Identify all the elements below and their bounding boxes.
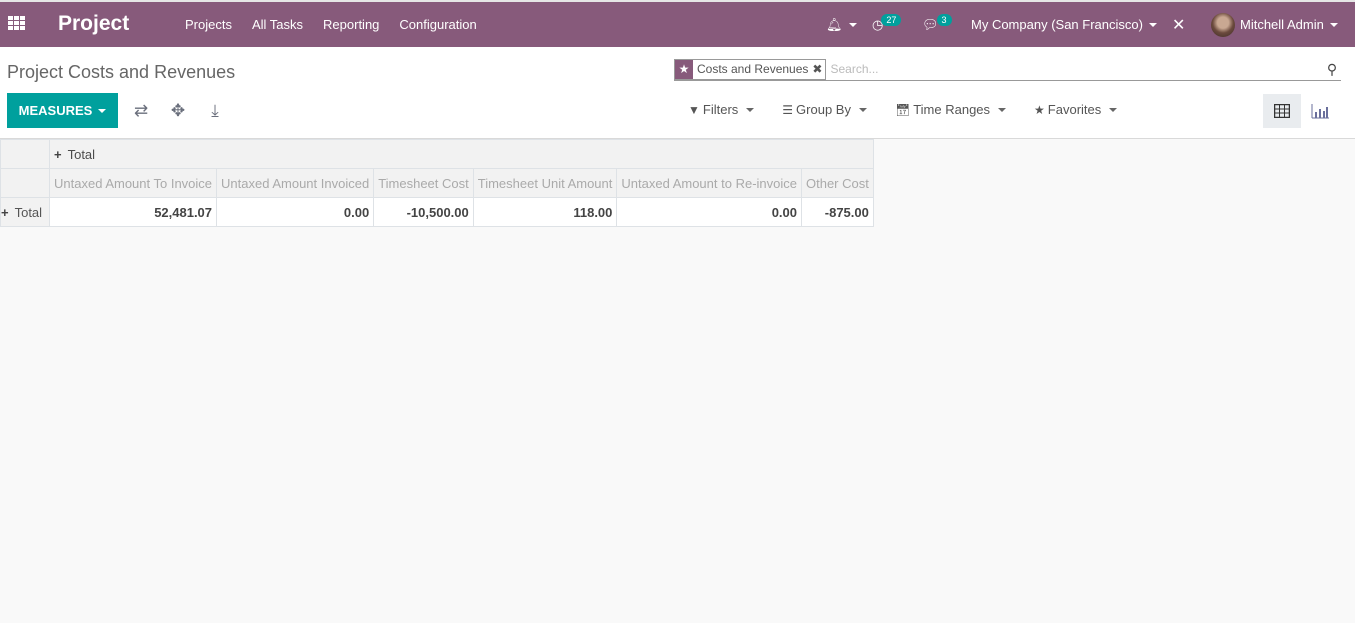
star-icon: ★	[675, 59, 693, 79]
notifications-toggle[interactable]: 🔔︎	[826, 2, 857, 47]
pivot-cell[interactable]: 0.00	[216, 197, 375, 227]
caret-down-icon	[746, 107, 755, 112]
menu-configuration[interactable]: Configuration	[399, 17, 476, 32]
calendar-icon: 📅︎	[894, 102, 911, 117]
bell-icon: 🔔︎	[826, 16, 843, 32]
graph-view-button[interactable]	[1301, 94, 1339, 128]
row-header-total[interactable]: + Total	[0, 197, 50, 227]
groupby-label: Group By	[796, 102, 851, 117]
filters-label: Filters	[702, 102, 739, 117]
table-row: + Total 52,481.07 0.00 -10,500.00 118.00 …	[0, 197, 874, 227]
pivot-cell[interactable]: 118.00	[472, 197, 618, 227]
user-avatar	[1211, 12, 1235, 37]
control-panel: Project Costs and Revenues ★ Costs and R…	[0, 47, 1355, 139]
measure-header[interactable]: Timesheet Cost	[373, 168, 474, 198]
user-name: Mitchell Admin	[1240, 17, 1324, 32]
main-menu: Projects All Tasks Reporting Configurati…	[185, 17, 497, 32]
facet-label: Costs and Revenues	[697, 62, 809, 76]
filters-dropdown[interactable]: ▼ Filters	[688, 102, 755, 117]
timeranges-label: Time Ranges	[913, 102, 991, 117]
caret-down-icon	[1148, 22, 1157, 27]
filter-icon: ▼	[688, 102, 700, 117]
caret-down-icon	[1329, 22, 1338, 27]
caret-down-icon	[1109, 107, 1118, 112]
search-facet: ★ Costs and Revenues ✖	[674, 58, 827, 80]
caret-down-icon	[858, 107, 867, 112]
remove-facet-icon[interactable]: ✖	[812, 60, 825, 79]
pivot-cell[interactable]: -10,500.00	[373, 197, 474, 227]
pivot-corner	[0, 168, 50, 198]
menu-projects[interactable]: Projects	[185, 17, 232, 32]
bars-icon: ☰	[782, 102, 794, 117]
search-input[interactable]	[830, 62, 1323, 76]
apps-menu-icon[interactable]	[8, 16, 25, 30]
caret-down-icon	[998, 107, 1007, 112]
star-icon: ★	[1034, 102, 1045, 117]
search-options: ▼ Filters ☰ Group By 📅︎ Time Ranges ★ Favori…	[688, 102, 1145, 117]
search-bar: ★ Costs and Revenues ✖ ⚲	[674, 58, 1341, 81]
app-brand[interactable]: Project	[58, 12, 129, 36]
measure-header[interactable]: Timesheet Unit Amount	[472, 168, 618, 198]
table-icon	[1274, 104, 1290, 118]
row-header-label: Total	[14, 204, 43, 220]
menu-all-tasks[interactable]: All Tasks	[252, 17, 303, 32]
page-title: Project Costs and Revenues	[7, 62, 236, 82]
plus-icon: +	[54, 146, 62, 162]
measure-header[interactable]: Untaxed Amount to Re-invoice	[616, 168, 802, 198]
groupby-dropdown[interactable]: ☰ Group By	[782, 102, 867, 117]
col-header-total[interactable]: + Total	[49, 139, 874, 169]
caret-down-icon	[98, 108, 107, 113]
measure-header[interactable]: Other Cost	[801, 168, 874, 198]
measures-label: MEASURES	[18, 103, 93, 118]
measures-button[interactable]: MEASURES	[7, 93, 118, 128]
plus-icon: +	[1, 204, 9, 220]
pivot-corner	[0, 139, 50, 169]
company-name: My Company (San Francisco)	[971, 17, 1143, 32]
messages-toggle[interactable]: 💬︎ 3	[922, 2, 952, 47]
user-menu[interactable]: Mitchell Admin	[1211, 2, 1338, 47]
company-switcher[interactable]: My Company (San Francisco)	[971, 2, 1157, 47]
pivot-cell[interactable]: 52,481.07	[48, 197, 218, 227]
expand-all-icon[interactable]: ✥	[168, 101, 188, 121]
favorites-dropdown[interactable]: ★ Favorites	[1034, 102, 1118, 117]
activity-badge: 27	[881, 13, 902, 26]
col-header-label: Total	[67, 146, 96, 162]
menu-reporting[interactable]: Reporting	[323, 17, 379, 32]
flip-axis-icon[interactable]: ⇄	[131, 101, 151, 121]
caret-down-icon	[848, 22, 857, 27]
bar-chart-icon	[1311, 103, 1329, 118]
favorites-label: Favorites	[1047, 102, 1102, 117]
measure-header[interactable]: Untaxed Amount To Invoice	[48, 168, 218, 198]
pivot-table: + Total Untaxed Amount To Invoice Untaxed…	[0, 139, 874, 227]
debug-tools-icon[interactable]: ✕	[1172, 2, 1185, 47]
messages-badge: 3	[936, 13, 952, 26]
search-icon[interactable]: ⚲	[1323, 61, 1341, 78]
top-navbar: Project Projects All Tasks Reporting Con…	[0, 0, 1355, 47]
activity-toggle[interactable]: ◷ 27	[872, 2, 902, 47]
pivot-cell[interactable]: 0.00	[616, 197, 802, 227]
measure-header[interactable]: Untaxed Amount Invoiced	[216, 168, 375, 198]
pivot-cell[interactable]: -875.00	[801, 197, 874, 227]
pivot-view-button[interactable]	[1263, 94, 1301, 128]
download-icon[interactable]: ⤓	[205, 101, 225, 121]
timeranges-dropdown[interactable]: 📅︎ Time Ranges	[894, 102, 1007, 117]
